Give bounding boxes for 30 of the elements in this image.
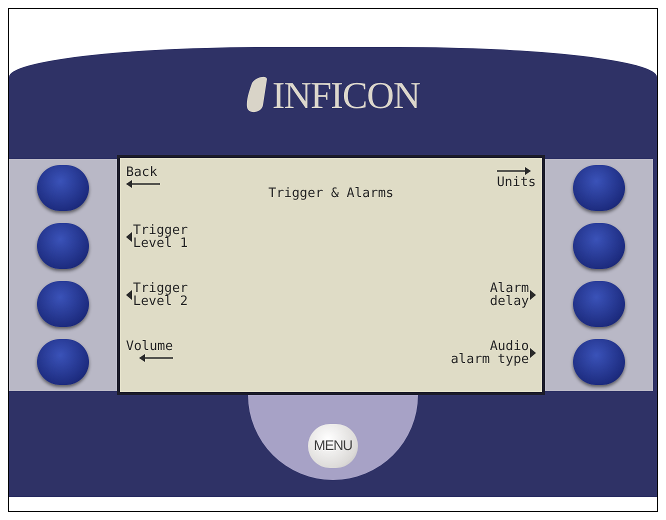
round-key[interactable]: [37, 223, 89, 269]
left-arrow-icon: [126, 179, 160, 189]
softkey-label: Units: [496, 176, 536, 189]
right-pointer-icon: [530, 290, 536, 300]
softkey-label: Back: [126, 166, 158, 179]
round-key[interactable]: [573, 223, 625, 269]
right-pointer-icon: [530, 348, 536, 358]
round-key[interactable]: [573, 281, 625, 327]
round-key[interactable]: [37, 339, 89, 385]
left-pointer-icon: [126, 290, 132, 300]
softkey-label: Audio: [490, 340, 529, 353]
round-key[interactable]: [37, 165, 89, 211]
softkey-label: alarm type: [450, 353, 529, 366]
softkey-label: Alarm: [490, 282, 529, 295]
left-arrow-icon: [138, 353, 173, 363]
round-key[interactable]: [37, 281, 89, 327]
logo-mark-icon: [246, 75, 268, 115]
brand-logo: INFICON: [272, 77, 420, 115]
softkey-label: Trigger: [133, 282, 188, 295]
softkey-label: Volume: [126, 340, 173, 353]
screen-title: Trigger & Alarms: [268, 186, 394, 201]
left-pointer-icon: [126, 232, 132, 242]
right-arrow-icon: [496, 166, 531, 176]
round-key[interactable]: [573, 165, 625, 211]
round-key[interactable]: [573, 339, 625, 385]
softkey-label: delay: [490, 295, 529, 308]
softkey-label: Trigger: [133, 224, 188, 237]
menu-button[interactable]: MENU: [308, 424, 358, 468]
softkey-label: Level 1: [133, 237, 188, 250]
softkey-label: Level 2: [133, 295, 188, 308]
